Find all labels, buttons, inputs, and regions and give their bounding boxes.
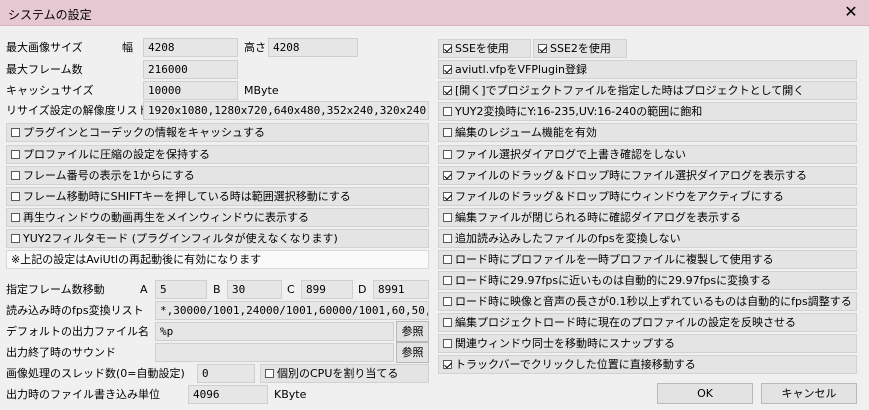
auto-2997-checkbox[interactable]: ロード時に29.97fpsに近いものは自動的に29.97fpsに変換する [438, 271, 857, 290]
threads-label: 画像処理のスレッド数(0=自動設定) [6, 367, 185, 380]
checkbox-box [443, 339, 452, 348]
max-image-size-label: 最大画像サイズ [6, 41, 83, 54]
checkbox-box [265, 369, 274, 378]
checkbox-box [443, 360, 452, 369]
checkbox-box [11, 150, 20, 159]
width-input[interactable]: 4208 [143, 38, 238, 57]
jump-c-label: C [287, 283, 295, 296]
max-frames-label: 最大フレーム数 [6, 63, 83, 76]
fps-list-input[interactable]: *,30000/1001,24000/1001,60000/1001,60,50… [155, 301, 429, 320]
apply-profile-on-load-checkbox[interactable]: 編集プロジェクトロード時に現在のプロファイルの設定を反映させる [438, 313, 857, 332]
checkbox-box [443, 171, 452, 180]
yuy2-filter-mode-checkbox[interactable]: YUY2フィルタモード (プラグインフィルタが使えなくなります) [6, 229, 429, 248]
height-label: 高さ [244, 41, 266, 54]
checkbox-box [11, 213, 20, 222]
jump-d-label: D [358, 283, 367, 296]
checkbox-box [538, 44, 547, 53]
resize-list-label: リサイズ設定の解像度リスト [6, 104, 149, 117]
snap-windows-checkbox[interactable]: 関連ウィンドウ同士を移動時にスナップする [438, 334, 857, 353]
checkbox-box [443, 276, 452, 285]
window-title: システムの設定 [8, 8, 92, 22]
end-sound-input[interactable] [155, 343, 394, 362]
temp-profile-checkbox[interactable]: ロード時にプロファイルを一時プロファイルに複製して使用する [438, 250, 857, 269]
write-unit-unit-label: KByte [274, 388, 307, 401]
ok-button[interactable]: OK [657, 383, 753, 404]
jump-b-input[interactable]: 30 [227, 280, 282, 299]
cache-unit-label: MByte [244, 84, 279, 97]
no-overwrite-confirm-checkbox[interactable]: ファイル選択ダイアログで上書き確認をしない [438, 145, 857, 164]
default-output-browse-button[interactable]: 参照 [396, 321, 429, 342]
default-output-input[interactable]: %p [155, 322, 394, 341]
open-as-project-checkbox[interactable]: [開く]でプロジェクトファイルを指定した時はプロジェクトとして開く [438, 81, 857, 100]
yuy2-saturate-checkbox[interactable]: YUY2変換時にY:16-235,UV:16-240の範囲に飽和 [438, 102, 857, 121]
keep-compression-checkbox[interactable]: プロファイルに圧縮の設定を保持する [6, 145, 429, 164]
default-output-label: デフォルトの出力ファイル名 [6, 325, 149, 338]
dnd-show-dialog-checkbox[interactable]: ファイルのドラッグ＆ドロップ時にファイル選択ダイアログを表示する [438, 166, 857, 185]
max-frames-input[interactable]: 216000 [143, 60, 238, 79]
checkbox-box [443, 44, 452, 53]
end-sound-browse-button[interactable]: 参照 [396, 342, 429, 363]
sse-checkbox[interactable]: SSEを使用 [438, 39, 531, 58]
jump-d-input[interactable]: 8991 [373, 280, 429, 299]
end-sound-label: 出力終了時のサウンド [6, 346, 116, 359]
resize-list-input[interactable]: 1920x1080,1280x720,640x480,352x240,320x2… [143, 101, 429, 120]
fps-list-label: 読み込み時のfps変換リスト [6, 304, 144, 317]
checkbox-box [443, 65, 452, 74]
resume-edit-checkbox[interactable]: 編集のレジューム機能を有効 [438, 123, 857, 142]
play-in-main-window-checkbox[interactable]: 再生ウィンドウの動画再生をメインウィンドウに表示する [6, 208, 429, 227]
cache-size-input[interactable]: 10000 [143, 81, 238, 100]
cancel-button[interactable]: キャンセル [761, 383, 857, 404]
checkbox-box [443, 234, 452, 243]
checkbox-box [11, 234, 20, 243]
checkbox-box [443, 150, 452, 159]
sse2-checkbox[interactable]: SSE2を使用 [533, 39, 627, 58]
threads-input[interactable]: 0 [197, 364, 255, 383]
checkbox-box [443, 107, 452, 116]
height-input[interactable]: 4208 [268, 38, 358, 57]
width-label: 幅 [122, 41, 133, 54]
restart-note: ※上記の設定はAviUtlの再起動後に有効になります [6, 250, 429, 269]
checkbox-box [443, 297, 452, 306]
confirm-on-close-checkbox[interactable]: 編集ファイルが閉じられる時に確認ダイアログを表示する [438, 208, 857, 227]
write-unit-input[interactable]: 4096 [188, 385, 268, 404]
checkbox-box [443, 255, 452, 264]
checkbox-box [443, 86, 452, 95]
shift-range-select-checkbox[interactable]: フレーム移動時にSHIFTキーを押している時は範囲選択移動にする [6, 187, 429, 206]
checkbox-box [443, 128, 452, 137]
checkbox-box [443, 318, 452, 327]
checkbox-box [11, 192, 20, 201]
checkbox-box [11, 128, 20, 137]
keep-added-fps-checkbox[interactable]: 追加読み込みしたファイルのfpsを変換しない [438, 229, 857, 248]
close-icon[interactable]: ✕ [841, 2, 861, 22]
jump-c-input[interactable]: 899 [301, 280, 353, 299]
cpu-affinity-checkbox[interactable]: 個別のCPUを割り当てる [260, 364, 429, 383]
vfplugin-register-checkbox[interactable]: aviutl.vfpをVFPlugin登録 [438, 60, 857, 79]
cache-size-label: キャッシュサイズ [6, 84, 94, 97]
checkbox-box [443, 213, 452, 222]
checkbox-box [443, 192, 452, 201]
frame-number-from-one-checkbox[interactable]: フレーム番号の表示を1からにする [6, 166, 429, 185]
jump-a-label: A [140, 283, 148, 296]
jump-a-input[interactable]: 5 [155, 280, 207, 299]
cache-plugin-info-checkbox[interactable]: プラグインとコーデックの情報をキャッシュする [6, 123, 429, 142]
checkbox-box [11, 171, 20, 180]
write-unit-label: 出力時のファイル書き込み単位 [6, 388, 160, 401]
trackbar-direct-jump-checkbox[interactable]: トラックバーでクリックした位置に直接移動する [438, 355, 857, 374]
dnd-activate-window-checkbox[interactable]: ファイルのドラッグ＆ドロップ時にウィンドウをアクティブにする [438, 187, 857, 206]
jump-b-label: B [213, 283, 221, 296]
title-bar: システムの設定 ✕ [0, 0, 869, 26]
auto-fps-adjust-checkbox[interactable]: ロード時に映像と音声の長さが0.1秒以上ずれているものは自動的にfps調整する [438, 292, 857, 311]
frame-jump-label: 指定フレーム数移動 [6, 283, 105, 296]
